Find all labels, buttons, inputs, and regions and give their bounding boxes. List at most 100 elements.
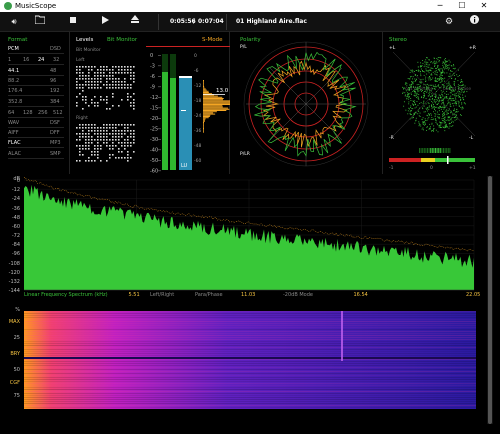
info-icon[interactable]	[468, 15, 480, 29]
stereo-dot	[426, 61, 428, 63]
bit-dot	[79, 78, 81, 80]
stereo-dot	[440, 108, 442, 110]
app-icon	[4, 2, 12, 10]
close-button[interactable]: ✕	[474, 0, 494, 12]
stereo-dot	[452, 99, 454, 101]
stereo-dot	[448, 119, 450, 121]
bit-dot	[103, 139, 105, 141]
stereo-dot	[452, 125, 454, 127]
spectrogram-y-label: BRY	[10, 351, 20, 357]
stereo-dot	[448, 117, 450, 119]
folder-icon[interactable]	[34, 15, 46, 29]
bit-dot	[100, 66, 102, 68]
spectrogram-band	[24, 391, 476, 392]
level-meters: 0 -3 -6 -9 -12 -15 -20 -25 -30 -40 -50 -60 LU 0 -6 -12 -…	[146, 46, 230, 174]
stereo-dot	[443, 66, 445, 68]
lufs-scale-label: -36	[194, 128, 201, 134]
bit-dot	[85, 84, 87, 86]
bit-dot	[133, 102, 135, 104]
stereo-dot	[461, 108, 463, 110]
bit-dot	[79, 133, 81, 135]
stereo-dot	[443, 85, 445, 87]
lufs-scale-label: -18	[194, 98, 201, 104]
histogram-bar	[203, 126, 204, 128]
format-value: 1	[8, 57, 12, 63]
histogram-bar	[203, 83, 204, 85]
stereo-dot	[452, 98, 454, 100]
spectrogram-band	[24, 389, 476, 390]
stereo-dot	[441, 77, 442, 79]
bit-dot	[103, 99, 105, 101]
stereo-dot	[450, 98, 452, 100]
stereo-dot	[454, 93, 456, 95]
stereo-dot	[449, 116, 451, 118]
spectrum-y-label: -60	[11, 223, 20, 230]
bit-dot	[88, 139, 90, 141]
eject-button[interactable]	[130, 15, 140, 29]
stereo-dot	[455, 92, 457, 94]
minimize-button[interactable]: ─	[430, 0, 450, 12]
stereo-dot	[426, 129, 428, 131]
stereo-dot	[444, 92, 446, 94]
stereo-dot	[444, 85, 446, 87]
stereo-dot	[432, 105, 434, 107]
bit-dot	[133, 124, 135, 126]
bit-dot	[109, 127, 111, 129]
spectrogram-band	[24, 405, 476, 406]
histogram-bar	[203, 101, 230, 103]
stereo-dot	[448, 108, 450, 110]
bit-dot	[112, 84, 114, 86]
stereo-dot	[433, 128, 435, 130]
stereo-dot	[428, 59, 430, 61]
stereo-dot	[447, 117, 449, 119]
stereo-dot	[444, 57, 446, 59]
spectrum-y-label: -84	[11, 242, 20, 249]
stereo-dot	[441, 93, 443, 95]
format-value: 512	[53, 110, 63, 116]
stereo-dot	[449, 92, 451, 94]
bit-dot	[127, 157, 129, 159]
bit-dot	[121, 72, 123, 74]
volume-icon[interactable]: 🔊︎	[8, 15, 20, 29]
stereo-dot	[451, 89, 453, 91]
stereo-dot	[454, 108, 455, 110]
stereo-dot	[415, 106, 417, 108]
bit-dot	[109, 75, 111, 77]
stereo-dot	[442, 98, 444, 100]
stereo-dot	[460, 82, 462, 84]
bit-dot	[97, 145, 99, 147]
gear-icon[interactable]: ⚙︎	[443, 15, 455, 29]
stereo-dot	[414, 75, 416, 76]
stereo-dot	[464, 90, 465, 92]
bit-dot	[106, 66, 108, 68]
scrollbar-thumb[interactable]	[488, 176, 492, 424]
play-button[interactable]	[100, 15, 110, 29]
bit-dot	[109, 157, 111, 159]
histogram-bar	[203, 95, 218, 97]
bit-dot	[130, 87, 132, 89]
bit-dot	[97, 87, 99, 89]
stereo-dot	[442, 117, 444, 119]
stereo-dot	[443, 99, 444, 101]
stereo-dot	[443, 115, 445, 116]
stereo-dot	[444, 77, 446, 79]
spectrogram-y-label: %	[15, 307, 20, 313]
stereo-dot	[411, 71, 413, 73]
stereo-dot	[423, 100, 425, 102]
histogram-bar	[203, 108, 230, 110]
stereo-dot	[431, 122, 433, 124]
stereo-dot	[442, 64, 444, 66]
bit-dot	[127, 142, 129, 144]
maximize-button[interactable]: ☐	[452, 0, 472, 12]
bit-dot	[82, 96, 84, 98]
histogram-bar	[203, 98, 224, 99]
vertical-scrollbar[interactable]	[487, 176, 493, 424]
stereo-dot	[425, 103, 427, 105]
stop-button[interactable]	[68, 15, 78, 29]
bit-dot	[97, 72, 99, 74]
stereo-dot	[447, 116, 449, 118]
bit-dot	[97, 102, 99, 104]
format-value: DSD	[50, 46, 61, 52]
bit-dot	[88, 78, 90, 80]
stereo-dot	[429, 91, 431, 93]
